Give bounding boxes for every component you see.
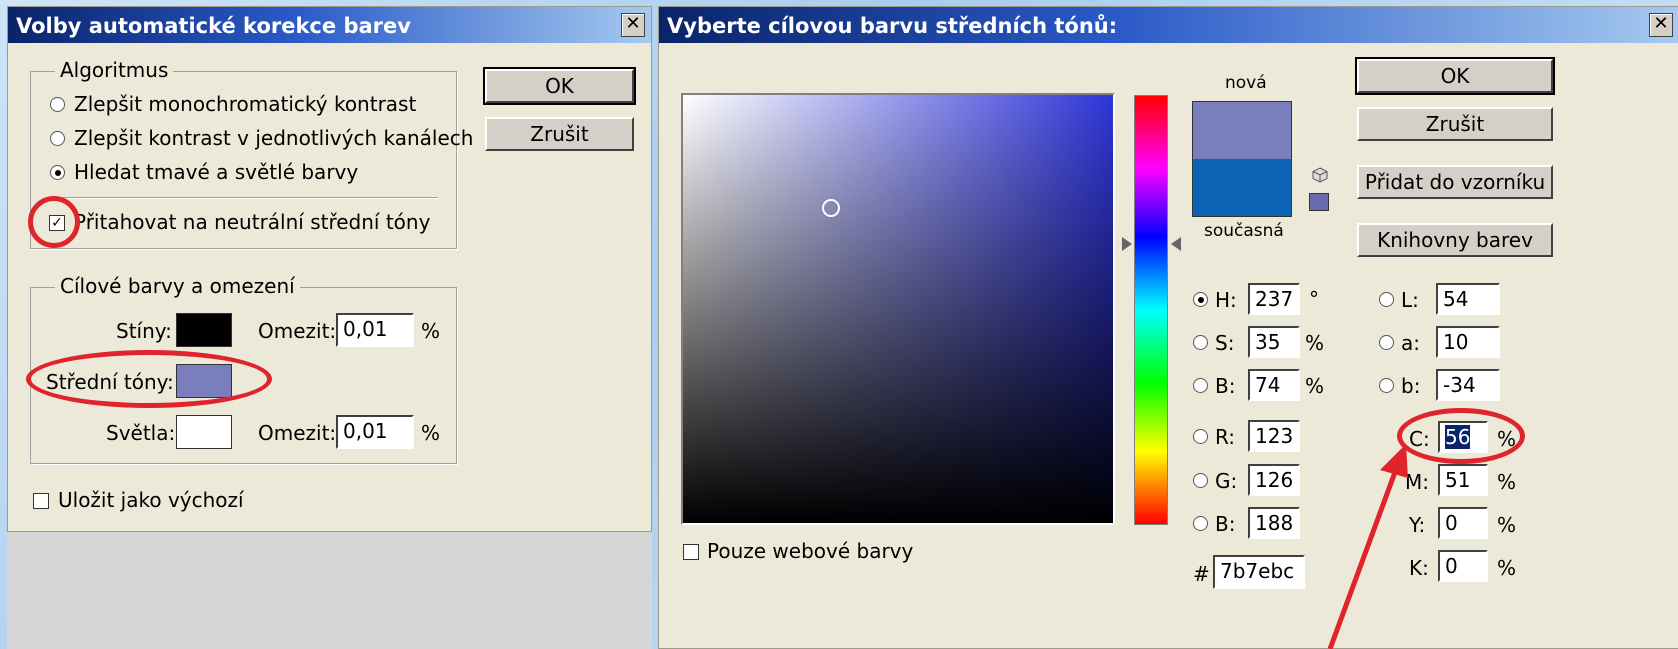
lab-a-radio[interactable] [1379, 335, 1394, 350]
web-safe-swatch-icon[interactable] [1309, 193, 1329, 211]
current-color-swatch[interactable] [1192, 159, 1292, 217]
hue-radio[interactable] [1193, 292, 1208, 307]
left-ok-button[interactable]: OK [483, 67, 636, 105]
picker-ok-button[interactable]: OK [1355, 57, 1555, 95]
left-dialog-shadow-area [7, 532, 652, 649]
picker-close-icon[interactable]: ✕ [1649, 13, 1673, 37]
lab-b-label: b: [1401, 374, 1421, 398]
saturation-radio[interactable] [1193, 335, 1208, 350]
black-input[interactable]: 0 [1438, 550, 1488, 582]
annotation-circle-checkbox [28, 196, 80, 248]
magenta-unit: % [1497, 470, 1517, 494]
color-field-cursor-icon[interactable] [822, 199, 840, 217]
magenta-input[interactable]: 51 [1438, 464, 1488, 496]
lab-b-input[interactable]: -34 [1436, 369, 1500, 401]
left-dialog-titlebar[interactable]: Volby automatické korekce barev ✕ [8, 7, 651, 43]
color-libraries-button[interactable]: Knihovny barev [1357, 223, 1553, 257]
red-input[interactable]: 123 [1248, 420, 1300, 452]
green-radio[interactable] [1193, 473, 1208, 488]
left-dialog-title: Volby automatické korekce barev [16, 14, 411, 38]
shadows-swatch[interactable] [176, 313, 232, 347]
lab-l-radio[interactable] [1379, 292, 1394, 307]
left-cancel-button[interactable]: Zrušit [485, 117, 634, 151]
red-label: R: [1215, 425, 1236, 449]
gamut-warning-cube-icon[interactable] [1312, 167, 1328, 183]
annotation-arrow [1327, 444, 1408, 649]
algorithm-radio-0[interactable] [50, 97, 65, 112]
hue-input[interactable]: 237 [1248, 283, 1300, 315]
algorithm-divider [48, 197, 438, 198]
web-only-checkbox[interactable] [683, 544, 699, 560]
algorithm-radio-1[interactable] [50, 131, 65, 146]
highlights-clip-label: Omezit: [258, 421, 337, 445]
highlights-clip-input[interactable]: 0,01 [336, 415, 414, 449]
shadows-clip-input[interactable]: 0,01 [336, 313, 414, 347]
highlights-clip-unit: % [421, 421, 441, 445]
algorithm-group-label: Algoritmus [55, 58, 174, 82]
picker-title: Vyberte cílovou barvu středních tónů: [667, 14, 1118, 38]
highlights-label: Světla: [106, 421, 176, 445]
brightness-unit: % [1305, 374, 1325, 398]
brightness-radio[interactable] [1193, 378, 1208, 393]
lab-b-radio[interactable] [1379, 378, 1394, 393]
blue-radio[interactable] [1193, 516, 1208, 531]
saturation-label: S: [1215, 331, 1235, 355]
lab-a-input[interactable]: 10 [1436, 326, 1500, 358]
lab-l-input[interactable]: 54 [1436, 283, 1500, 315]
highlights-swatch[interactable] [176, 415, 232, 449]
saturation-input[interactable]: 35 [1248, 326, 1300, 358]
left-dialog-close-icon[interactable]: ✕ [621, 13, 645, 37]
color-picker-dialog: Vyberte cílovou barvu středních tónů: ✕ … [658, 6, 1678, 649]
hex-input[interactable]: 7b7ebc [1213, 555, 1305, 589]
targets-group-label: Cílové barvy a omezení [55, 274, 300, 298]
save-default-checkbox[interactable] [33, 493, 49, 509]
algorithm-label-1: Zlepšit kontrast v jednotlivých kanálech [74, 126, 474, 150]
add-to-swatches-button[interactable]: Přidat do vzorníku [1357, 165, 1553, 199]
shadows-clip-unit: % [421, 319, 441, 343]
current-color-label: současná [1204, 221, 1284, 241]
saturation-unit: % [1305, 331, 1325, 355]
lab-l-label: L: [1401, 288, 1419, 312]
snap-neutral-label: Přitahovat na neutrální střední tóny [74, 210, 431, 234]
brightness-label: B: [1215, 374, 1236, 398]
blue-input[interactable]: 188 [1248, 507, 1300, 539]
web-only-label: Pouze webové barvy [707, 539, 914, 563]
green-input[interactable]: 126 [1248, 464, 1300, 496]
annotation-ellipse-midtones [26, 350, 272, 408]
save-default-label: Uložit jako výchozí [58, 488, 244, 512]
algorithm-label-2: Hledat tmavé a světlé barvy [74, 160, 359, 184]
auto-color-options-dialog: Volby automatické korekce barev ✕ OK Zru… [7, 6, 652, 532]
hue-slider[interactable] [1134, 95, 1168, 525]
green-label: G: [1215, 469, 1238, 493]
shadows-label: Stíny: [116, 319, 172, 343]
brightness-input[interactable]: 74 [1248, 369, 1300, 401]
red-radio[interactable] [1193, 429, 1208, 444]
hue-unit: ° [1309, 287, 1319, 311]
hex-label: # [1193, 562, 1210, 586]
shadows-clip-label: Omezit: [258, 319, 337, 343]
algorithm-radio-2[interactable] [50, 165, 65, 180]
black-unit: % [1497, 556, 1517, 580]
hue-slider-left-arrow-icon[interactable] [1122, 237, 1132, 251]
hue-label: H: [1215, 288, 1237, 312]
new-color-label: nová [1225, 73, 1267, 93]
algorithm-label-0: Zlepšit monochromatický kontrast [74, 92, 417, 116]
yellow-unit: % [1497, 513, 1517, 537]
yellow-input[interactable]: 0 [1438, 507, 1488, 539]
picker-titlebar[interactable]: Vyberte cílovou barvu středních tónů: ✕ [659, 7, 1678, 43]
new-color-swatch [1192, 101, 1292, 159]
blue-label: B: [1215, 512, 1236, 536]
hue-slider-right-arrow-icon[interactable] [1171, 237, 1181, 251]
lab-a-label: a: [1401, 331, 1420, 355]
picker-cancel-button[interactable]: Zrušit [1357, 107, 1553, 141]
color-field[interactable] [681, 93, 1115, 525]
